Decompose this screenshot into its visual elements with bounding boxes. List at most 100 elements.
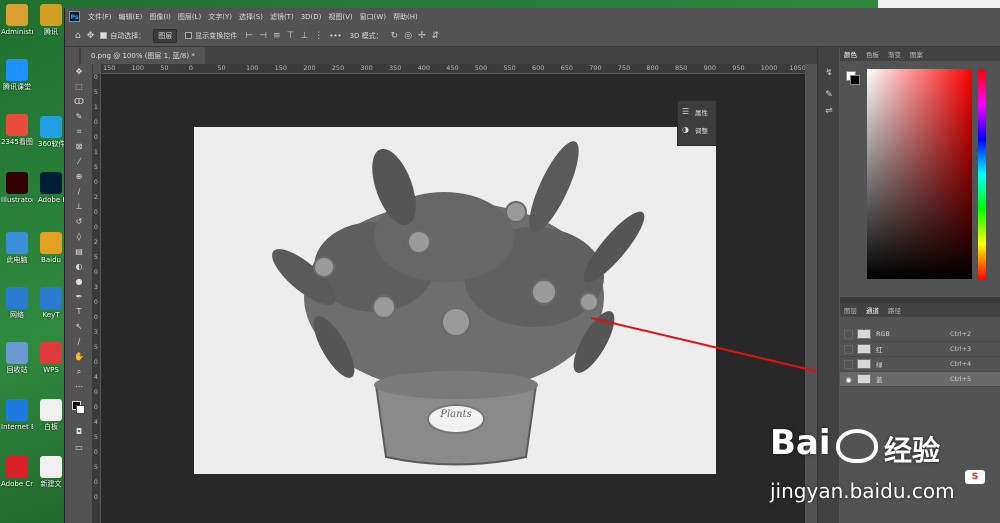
blur-tool-icon[interactable]: ◐	[65, 259, 93, 274]
channel-red[interactable]: 红 Ctrl+3	[840, 342, 1000, 357]
move-tool-icon[interactable]: ✥	[65, 64, 93, 79]
desktop-icon[interactable]: 回收站	[1, 342, 33, 374]
more-options-button[interactable]: •••	[329, 32, 341, 40]
menu-edit[interactable]: 编辑(E)	[119, 12, 143, 22]
brush-tool-icon[interactable]: ∕	[65, 184, 93, 199]
desktop-icon[interactable]: Baidu	[38, 232, 64, 264]
desktop-icon[interactable]: WPS	[38, 342, 64, 374]
3d-rotate-icon[interactable]: ↻	[391, 31, 399, 41]
menu-layer[interactable]: 图层(L)	[178, 12, 201, 22]
show-transform-checkbox[interactable]: 显示变换控件	[185, 31, 237, 41]
document-tab[interactable]: 0.png @ 100% (图层 1, 蓝/8) *	[81, 47, 205, 64]
quick-mask-icon[interactable]: ◘	[65, 424, 93, 439]
zoom-tool-icon[interactable]: ⌕	[65, 364, 93, 379]
ruler-tick-label: 0	[94, 119, 98, 126]
menu-select[interactable]: 选择(S)	[239, 12, 263, 22]
menu-help[interactable]: 帮助(H)	[393, 12, 418, 22]
tab-swatches[interactable]: 色板	[866, 49, 879, 59]
desktop-icon[interactable]: 腾讯	[38, 4, 64, 36]
background-color-swatch[interactable]	[76, 405, 85, 414]
menu-3d[interactable]: 3D(D)	[301, 13, 322, 21]
desktop-icon[interactable]: Administr...	[1, 4, 33, 36]
sogou-badge[interactable]: S	[965, 470, 985, 484]
move-tool-icon[interactable]: ✥	[87, 31, 95, 41]
desktop-icon[interactable]: Internet Explorer	[1, 399, 33, 431]
frame-tool-icon[interactable]: ⊠	[65, 139, 93, 154]
history-brush-icon[interactable]: ↺	[65, 214, 93, 229]
channel-shortcut: Ctrl+5	[950, 375, 972, 383]
auto-select-dropdown[interactable]: 图层	[153, 28, 178, 43]
align-center-icon[interactable]: ⊣	[259, 31, 267, 41]
home-icon[interactable]: ⌂	[75, 31, 81, 41]
visibility-toggle[interactable]	[844, 329, 853, 339]
desktop-icon[interactable]: KeyT	[38, 287, 64, 319]
desktop-icon[interactable]: 2345看图王	[1, 114, 33, 146]
marquee-tool-icon[interactable]: ⬚	[65, 79, 93, 94]
line-tool-icon[interactable]: ∕	[65, 334, 93, 349]
channel-rgb[interactable]: RGB Ctrl+2	[840, 327, 1000, 342]
visibility-toggle[interactable]	[844, 344, 853, 354]
channel-green[interactable]: 绿 Ctrl+4	[840, 357, 1000, 372]
type-tool-icon[interactable]: T	[65, 304, 93, 319]
color-picker-field[interactable]	[867, 69, 972, 279]
pen-tool-icon[interactable]: ✒	[65, 289, 93, 304]
adjustments-button[interactable]: ◑ 调整	[678, 122, 716, 137]
hand-tool-icon[interactable]: ✋	[65, 349, 93, 364]
path-select-icon[interactable]: ↖	[65, 319, 93, 334]
menu-filter[interactable]: 滤镜(T)	[270, 12, 294, 22]
tab-color[interactable]: 颜色	[844, 49, 857, 59]
menu-type[interactable]: 文字(Y)	[208, 12, 232, 22]
align-left-icon[interactable]: ⊢	[245, 31, 253, 41]
eyedropper-icon[interactable]: ⁄	[65, 154, 93, 169]
menu-window[interactable]: 窗口(W)	[360, 12, 386, 22]
align-middle-icon[interactable]: ⊥	[300, 31, 308, 41]
tab-patterns[interactable]: 图案	[910, 49, 923, 59]
align-top-icon[interactable]: ⊤	[287, 31, 295, 41]
color-panel-background[interactable]	[850, 75, 860, 85]
dodge-tool-icon[interactable]: ●	[65, 274, 93, 289]
desktop-icon[interactable]: Adobe Creati...	[1, 456, 33, 488]
ruler-tick-label: 500	[474, 64, 488, 72]
lasso-tool-icon[interactable]: ↀ	[65, 94, 93, 109]
align-right-icon[interactable]: ≡	[273, 31, 281, 41]
desktop-icon[interactable]: 白板	[38, 399, 64, 431]
tab-channels[interactable]: 通道	[866, 305, 879, 315]
desktop-icon[interactable]: Illustrator	[1, 172, 33, 204]
distribute-icon[interactable]: ⋮	[314, 31, 323, 41]
tab-layers[interactable]: 图层	[844, 305, 857, 315]
3d-slide-icon[interactable]: ⇵	[432, 31, 440, 41]
adjust-sliders-icon[interactable]: ⇌	[818, 103, 840, 119]
desktop-icon[interactable]: 网络	[1, 287, 33, 319]
crop-tool-icon[interactable]: ⌗	[65, 124, 93, 139]
history-icon[interactable]: ↯	[818, 65, 840, 81]
desktop-icon[interactable]: Adobe Photo...	[38, 172, 64, 204]
tab-paths[interactable]: 路径	[888, 305, 901, 315]
auto-select-checkbox[interactable]: 自动选择：	[100, 31, 145, 41]
3d-roll-icon[interactable]: ◎	[404, 31, 412, 41]
ruler-tick-label: 0	[94, 209, 98, 216]
menu-image[interactable]: 图像(I)	[149, 12, 171, 22]
eraser-icon[interactable]: ◊	[65, 229, 93, 244]
3d-drag-icon[interactable]: ✢	[418, 31, 426, 41]
menu-view[interactable]: 视图(V)	[328, 12, 352, 22]
quick-select-icon[interactable]: ✎	[65, 109, 93, 124]
desktop-icon[interactable]: 此电脑	[1, 232, 33, 264]
paw-icon	[836, 429, 878, 463]
healing-brush-icon[interactable]: ⊕	[65, 169, 93, 184]
visibility-toggle[interactable]	[844, 359, 853, 369]
channels-panel-tabs: 图层 通道 路径	[840, 303, 1000, 317]
hue-slider[interactable]	[978, 69, 986, 279]
properties-button[interactable]: ☰ 属性	[678, 104, 716, 119]
channel-blue[interactable]: ◉ 蓝 Ctrl+5	[840, 372, 1000, 387]
desktop-icon[interactable]: 新建文	[38, 456, 64, 488]
clone-stamp-icon[interactable]: ⊥	[65, 199, 93, 214]
desktop-icon[interactable]: 腾讯课堂	[1, 59, 33, 91]
eye-icon[interactable]: ◉	[844, 374, 853, 384]
screen-mode-icon[interactable]: ▭	[65, 440, 93, 455]
brush-settings-icon[interactable]: ✎	[818, 87, 840, 103]
menu-file[interactable]: 文件(F)	[88, 12, 112, 22]
gradient-tool-icon[interactable]: ▤	[65, 244, 93, 259]
desktop-icon[interactable]: 360软件	[38, 116, 64, 148]
more-tools-icon[interactable]: ⋯	[65, 379, 93, 394]
tab-gradients[interactable]: 渐变	[888, 49, 901, 59]
